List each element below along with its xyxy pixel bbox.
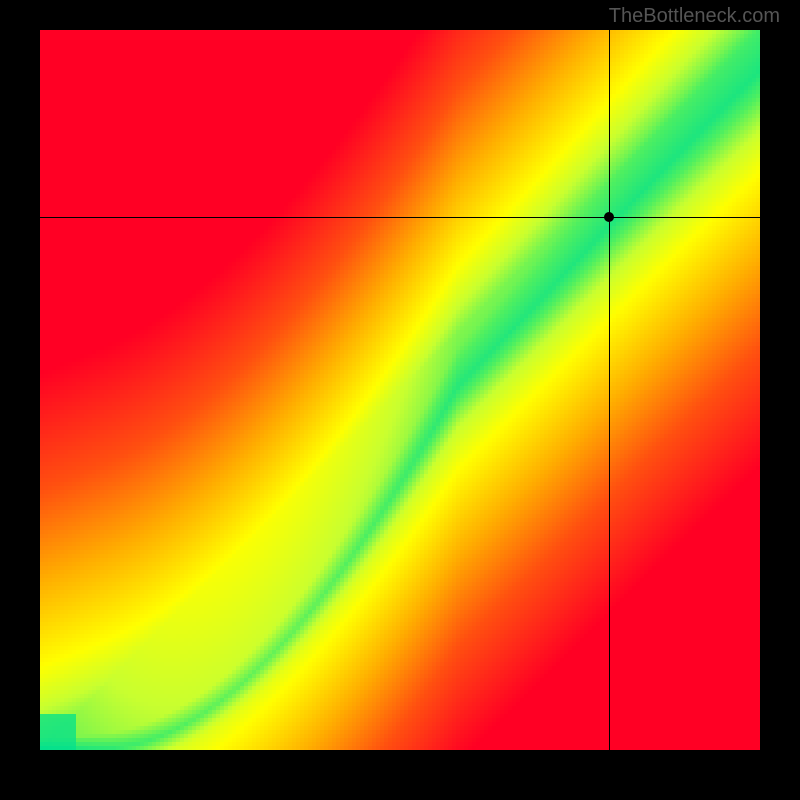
crosshair-vertical [609,30,610,750]
selection-marker [604,212,614,222]
chart-container: TheBottleneck.com [0,0,800,800]
watermark-text: TheBottleneck.com [609,5,780,28]
plot-area [40,30,760,750]
crosshair-horizontal [40,217,760,218]
heatmap-canvas [40,30,760,750]
